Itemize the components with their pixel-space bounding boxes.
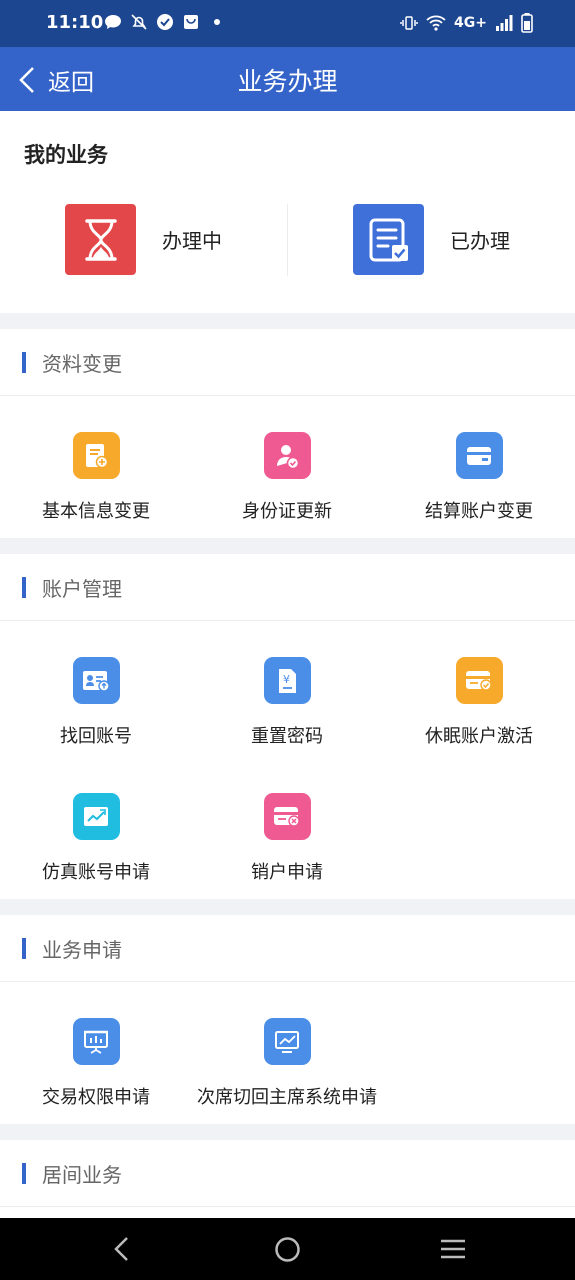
section-header: 居间业务 — [0, 1140, 575, 1207]
nav-bar: 返回 业务办理 — [0, 47, 575, 111]
settlement-account-change-button[interactable]: 结算账户变更 — [383, 432, 575, 523]
section-title: 业务申请 — [42, 938, 122, 962]
muted-icon — [131, 14, 147, 30]
section-header: 账户管理 — [0, 554, 575, 621]
menu-nav-icon[interactable] — [440, 1238, 466, 1260]
item-label: 基本信息变更 — [42, 501, 150, 522]
reset-password-button[interactable]: ¥ 重置密码 — [191, 657, 383, 748]
section-profile-change: 资料变更 基本信息变更 身份证更新 结算账户变更 — [0, 329, 575, 538]
notification-icons — [104, 13, 226, 31]
message-icon — [105, 15, 121, 29]
wifi-icon — [426, 15, 446, 31]
svg-text:¥: ¥ — [283, 673, 290, 686]
card-icon — [455, 432, 503, 479]
dormant-account-activation-button[interactable]: 休眠账户激活 — [383, 657, 575, 748]
trading-permission-apply-button[interactable]: 交易权限申请 — [0, 1018, 192, 1109]
secondary-to-primary-system-apply-button[interactable]: 次席切回主席系统申请 — [191, 1018, 383, 1109]
hourglass-icon — [65, 204, 136, 275]
item-label: 重置密码 — [251, 726, 323, 747]
card-check-icon — [455, 657, 503, 704]
item-label: 次席切回主席系统申请 — [197, 1087, 377, 1108]
password-doc-icon: ¥ — [263, 657, 311, 704]
chart-card-icon — [72, 793, 120, 840]
section-marker — [22, 577, 26, 598]
item-label: 身份证更新 — [242, 501, 332, 522]
section-title: 居间业务 — [42, 1163, 122, 1187]
check-circle-icon — [157, 14, 173, 30]
section-marker — [22, 938, 26, 959]
account-cancellation-button[interactable]: 销户申请 — [191, 793, 383, 884]
home-nav-icon[interactable] — [274, 1236, 301, 1263]
retrieve-account-button[interactable]: 找回账号 — [0, 657, 192, 748]
presentation-icon — [72, 1018, 120, 1065]
document-plus-icon — [72, 432, 120, 479]
section-marker — [22, 1163, 26, 1184]
basic-info-change-button[interactable]: 基本信息变更 — [0, 432, 192, 523]
status-bar: 11:10 4G+ — [0, 0, 575, 47]
section-business-application: 业务申请 交易权限申请 次席切回主席系统申请 — [0, 915, 575, 1124]
id-person-icon — [263, 432, 311, 479]
dot-icon — [214, 19, 220, 25]
divider — [287, 204, 288, 276]
section-title: 账户管理 — [42, 577, 122, 601]
my-business-heading: 我的业务 — [24, 143, 108, 167]
in-progress-button[interactable]: 办理中 — [65, 204, 222, 275]
battery-icon — [521, 13, 533, 33]
section-account-management: 账户管理 找回账号 ¥ 重置密码 休眠账户激活 仿真账号申请 销户申请 — [0, 554, 575, 899]
simulation-account-apply-button[interactable]: 仿真账号申请 — [0, 793, 192, 884]
section-intermediary-business: 居间业务 — [0, 1140, 575, 1218]
item-label: 销户申请 — [251, 862, 323, 883]
item-label: 结算账户变更 — [425, 501, 533, 522]
back-nav-icon[interactable] — [112, 1236, 132, 1262]
bag-icon — [184, 15, 198, 29]
item-label: 交易权限申请 — [42, 1087, 150, 1108]
network-type: 4G+ — [454, 15, 487, 31]
item-label: 休眠账户激活 — [425, 726, 533, 747]
status-time: 11:10 — [46, 12, 104, 33]
section-marker — [22, 352, 26, 373]
section-title: 资料变更 — [42, 352, 122, 376]
item-label: 仿真账号申请 — [42, 862, 150, 883]
system-nav-bar — [0, 1218, 575, 1280]
my-business-card: 我的业务 办理中 已办理 — [0, 111, 575, 313]
vibrate-icon — [400, 16, 418, 30]
monitor-chart-icon — [263, 1018, 311, 1065]
system-icons: 4G+ — [400, 13, 533, 33]
checklist-icon — [353, 204, 424, 275]
completed-button[interactable]: 已办理 — [353, 204, 510, 275]
card-cancel-icon — [263, 793, 311, 840]
signal-icon — [496, 15, 513, 31]
completed-label: 已办理 — [450, 229, 510, 253]
id-card-renewal-button[interactable]: 身份证更新 — [191, 432, 383, 523]
section-header: 业务申请 — [0, 915, 575, 982]
item-label: 找回账号 — [60, 726, 132, 747]
section-header: 资料变更 — [0, 329, 575, 396]
in-progress-label: 办理中 — [162, 229, 222, 253]
page-title: 业务办理 — [237, 67, 338, 96]
account-card-icon — [72, 657, 120, 704]
